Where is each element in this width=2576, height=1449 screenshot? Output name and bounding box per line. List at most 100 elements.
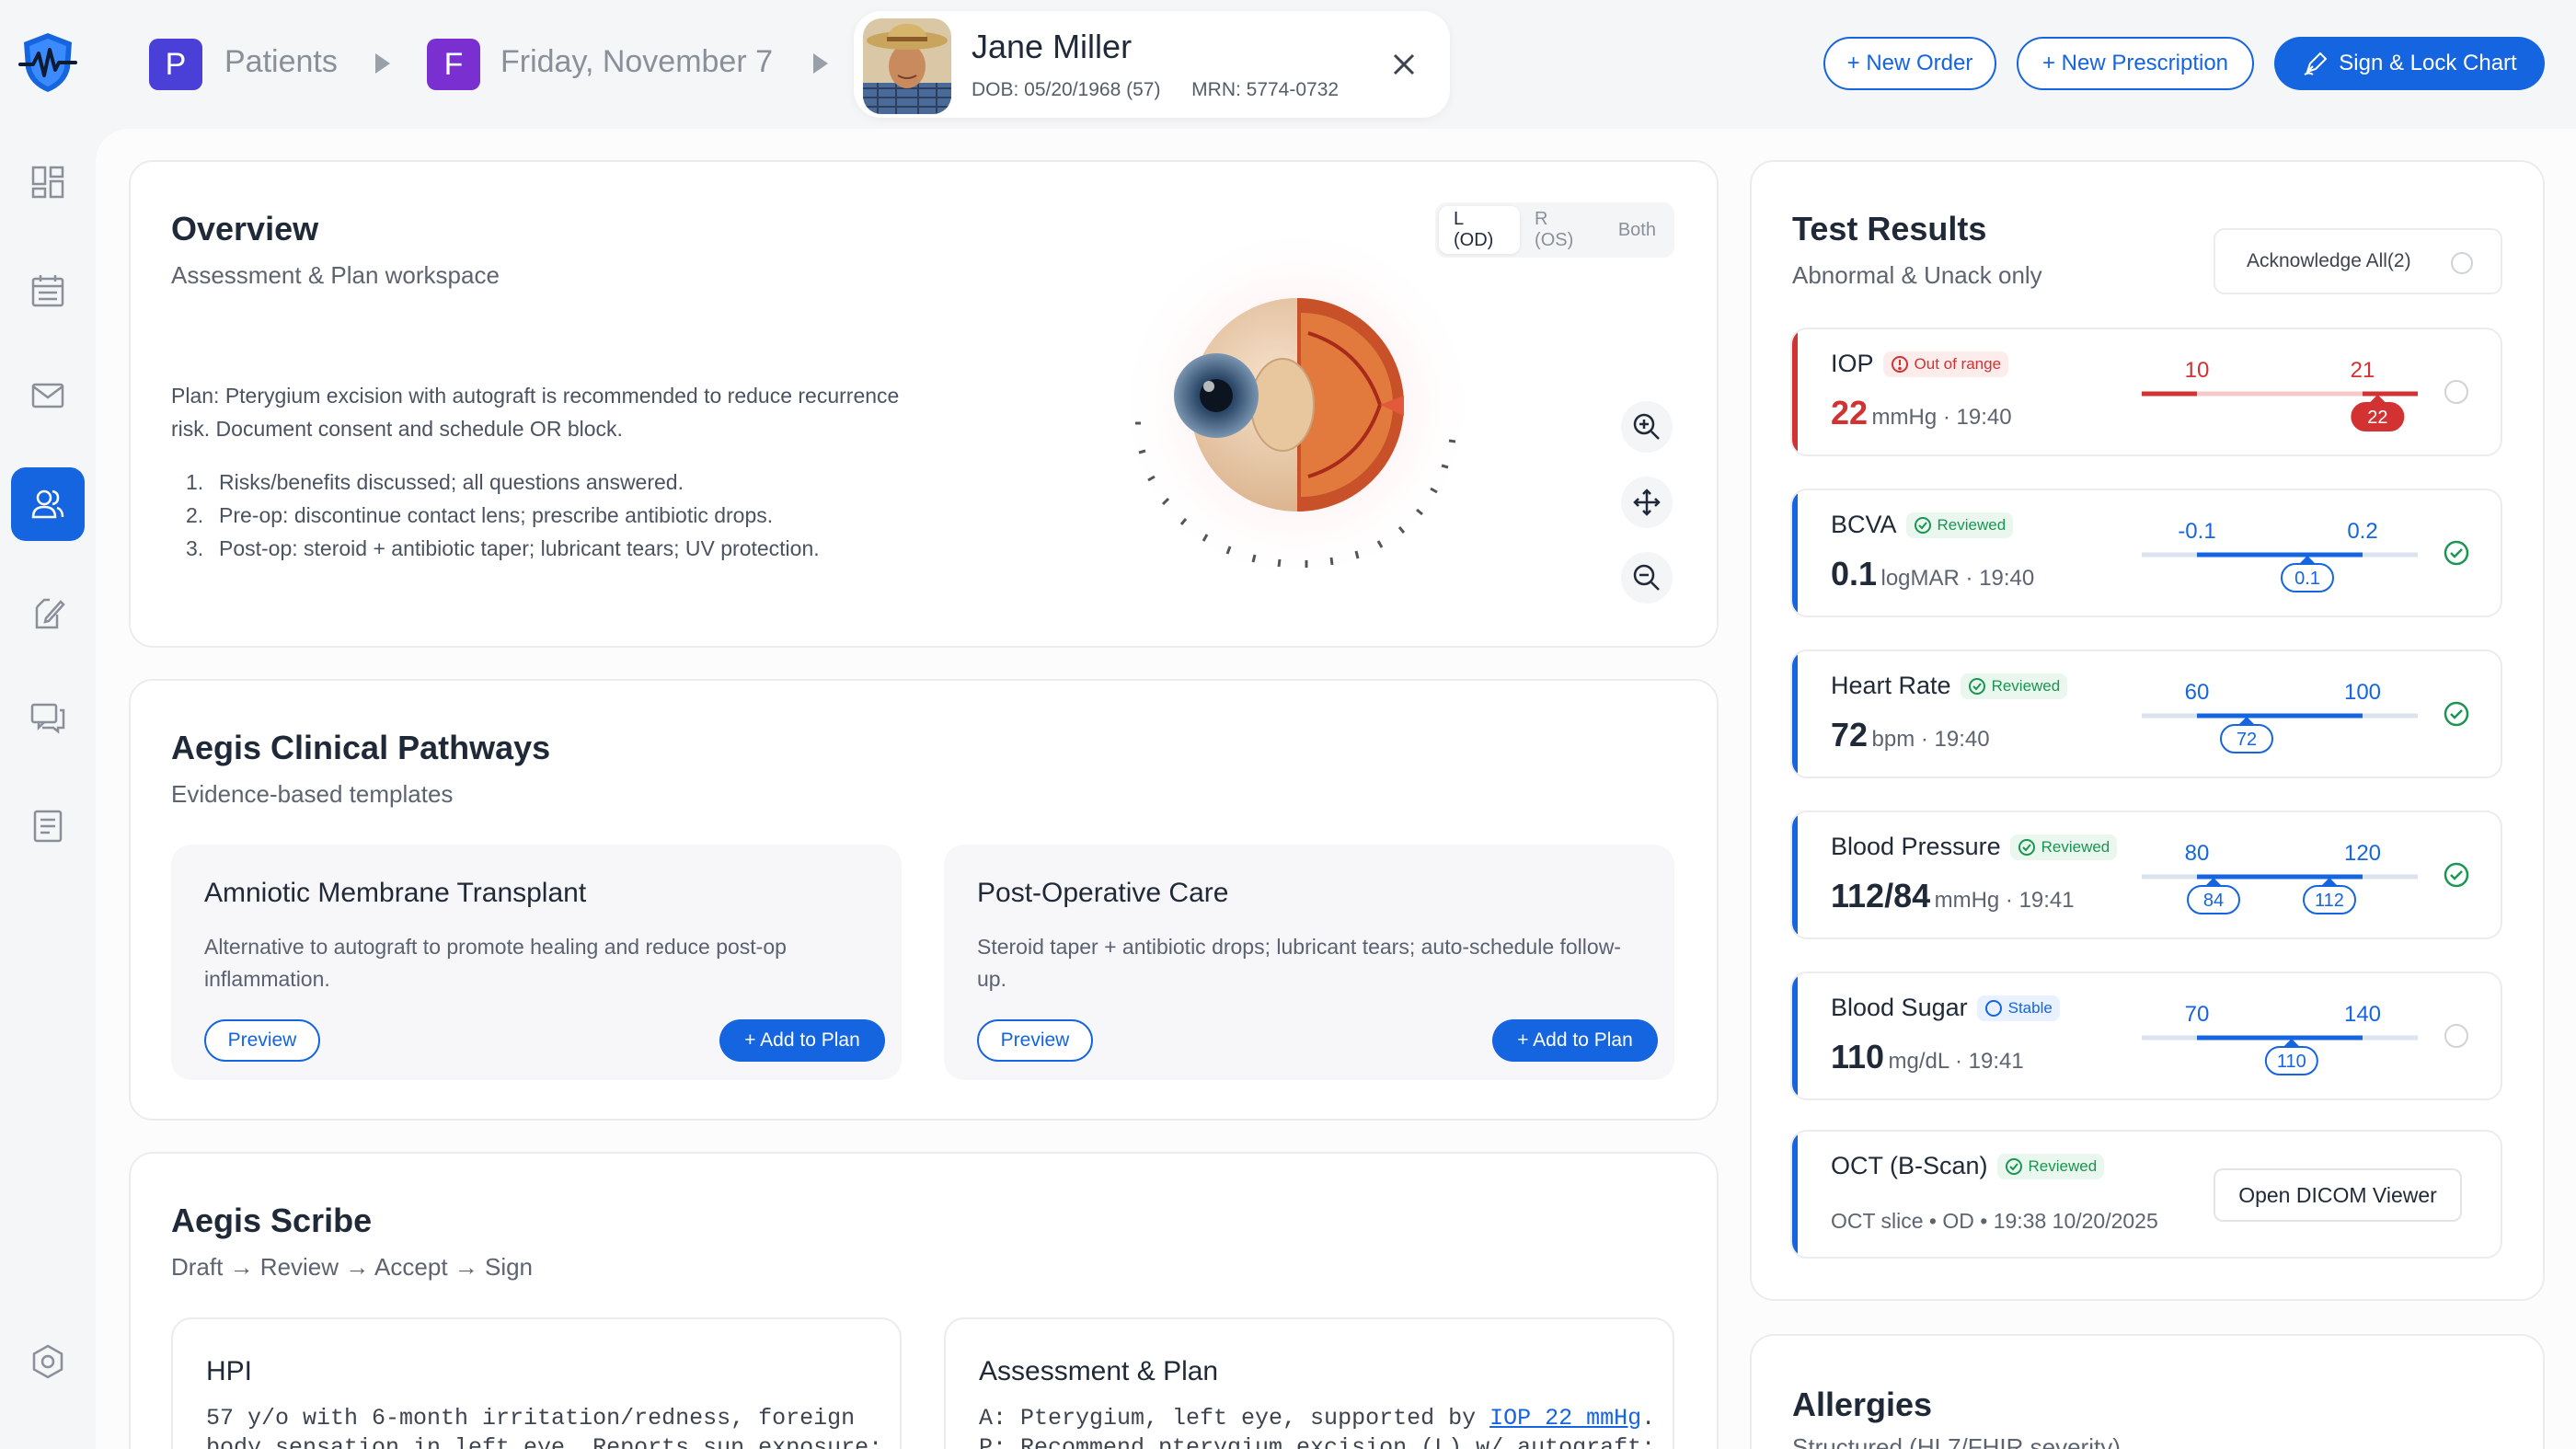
breadcrumb-date-badge[interactable]: F xyxy=(427,39,480,90)
status-badge: Reviewed xyxy=(2009,834,2118,860)
gauge-marker: 0.1 xyxy=(2281,556,2334,592)
hexagon-settings-icon xyxy=(32,1344,63,1379)
eye-option-both[interactable]: Both xyxy=(1604,206,1671,254)
sidebar-item-settings[interactable] xyxy=(11,1325,85,1398)
breadcrumb-date[interactable]: Friday, November 7 xyxy=(500,44,773,80)
result-card-blood-pressure[interactable]: Blood Pressure Reviewed 112/84 mmHg · 19:4… xyxy=(1790,811,2502,939)
gauge-marker-label: 84 xyxy=(2203,891,2224,911)
app-logo-icon[interactable] xyxy=(15,29,81,96)
pen-sign-icon xyxy=(2304,52,2328,75)
add-to-plan-button[interactable]: + Add to Plan xyxy=(1492,1019,1658,1062)
pathway-card-amniotic: Amniotic Membrane Transplant Alternative… xyxy=(171,845,902,1080)
close-icon[interactable] xyxy=(1386,46,1422,83)
patient-avatar xyxy=(863,18,951,114)
move-icon xyxy=(1633,489,1661,516)
scribe-card-hpi[interactable]: HPI 57 y/o with 6-month irritation/redne… xyxy=(171,1317,902,1449)
eye-option-right[interactable]: R (OS) xyxy=(1520,206,1604,254)
sidebar-item-mail[interactable] xyxy=(11,359,85,432)
result-name: IOP Out of range xyxy=(1831,350,2009,378)
acknowledged-check-icon[interactable] xyxy=(2442,860,2471,890)
result-card-heart-rate[interactable]: Heart Rate Reviewed 72 bpm · 19:40 60 100 72 xyxy=(1790,650,2502,778)
gauge-marker-label: 72 xyxy=(2237,730,2257,750)
breadcrumb-separator-icon xyxy=(813,53,828,74)
pathway-card-description: Steroid taper + antibiotic drops; lubric… xyxy=(977,935,1621,991)
breadcrumb-separator-icon xyxy=(375,53,390,74)
open-dicom-viewer-button[interactable]: Open DICOM Viewer xyxy=(2214,1168,2462,1222)
list-item: 3. Post-op: steroid + antibiotic taper; l… xyxy=(186,536,820,560)
new-prescription-button[interactable]: + New Prescription xyxy=(2017,37,2254,90)
patient-mrn: MRN: 5774-0732 xyxy=(1191,79,1340,100)
users-icon xyxy=(31,489,64,519)
allergies-title: Allergies xyxy=(1792,1386,1933,1423)
scribe-card-assessment[interactable]: Assessment & Plan A: Pterygium, left eye… xyxy=(944,1317,1674,1449)
zoom-out-button[interactable] xyxy=(1621,552,1673,604)
patient-dob: DOB: 05/20/1968 (57) xyxy=(972,79,1161,100)
list-item: 1. Risks/benefits discussed; all question… xyxy=(186,470,684,494)
reference-range-gauge: -0.1 0.2 0.1 xyxy=(2142,519,2418,592)
overview-title: Overview xyxy=(171,210,319,247)
check-circle-icon xyxy=(1968,677,1985,695)
sidebar-item-dashboard[interactable] xyxy=(11,145,85,219)
allergies-subtitle: Structured (HL7/FHIR severity) xyxy=(1792,1433,2121,1449)
sidebar-item-messages[interactable] xyxy=(11,681,85,754)
acknowledge-checkbox[interactable] xyxy=(2442,377,2471,407)
result-card-iop[interactable]: IOP Out of range 22 mmHg · 19:40 10 21 22 xyxy=(1790,328,2502,456)
eye-option-left[interactable]: L (OD) xyxy=(1439,206,1521,254)
gauge-marker: 110 xyxy=(2264,1039,2318,1075)
eye-side-toggle: L (OD) R (OS) Both xyxy=(1435,202,1674,258)
acknowledged-check-icon[interactable] xyxy=(2442,538,2471,568)
pan-button[interactable] xyxy=(1621,477,1673,528)
result-card-oct[interactable]: OCT (B-Scan) Reviewed OCT slice • OD • 1… xyxy=(1790,1130,2502,1259)
acknowledge-all-checkbox[interactable] xyxy=(2451,252,2473,274)
sidebar-item-notes[interactable] xyxy=(11,576,85,650)
overview-subtitle: Assessment & Plan workspace xyxy=(171,261,500,289)
acknowledged-check-icon[interactable] xyxy=(2442,699,2471,729)
status-badge: Reviewed xyxy=(1960,673,2068,699)
sidebar-item-calendar[interactable] xyxy=(11,254,85,328)
pathway-card-title: Post-Operative Care xyxy=(977,878,1229,908)
gauge-marker: 112 xyxy=(2303,878,2356,914)
patient-header-card[interactable]: Jane Miller DOB: 05/20/1968 (57) MRN: 57… xyxy=(854,11,1450,118)
gauge-marker-label: 112 xyxy=(2315,891,2344,911)
result-card-blood-sugar[interactable]: Blood Sugar Stable 110 mg/dL · 19:41 70 140 1… xyxy=(1790,972,2502,1100)
gauge-marker-label: 110 xyxy=(2277,1052,2306,1072)
preview-button[interactable]: Preview xyxy=(977,1019,1093,1062)
zoom-in-button[interactable] xyxy=(1621,401,1673,453)
gauge-low-label: -0.1 xyxy=(2178,519,2215,544)
result-value: 112/84 mmHg · 19:41 xyxy=(1831,877,2075,914)
gauge-high-label: 21 xyxy=(2351,358,2375,383)
patient-name: Jane Miller xyxy=(972,28,1133,65)
reference-range-gauge: 10 21 22 xyxy=(2142,358,2418,431)
breadcrumb-patients[interactable]: Patients xyxy=(224,44,338,80)
scribe-title: Aegis Scribe xyxy=(171,1202,373,1239)
result-name: Heart Rate Reviewed xyxy=(1831,672,2068,700)
result-value: 22 mmHg · 19:40 xyxy=(1831,394,2012,431)
acknowledge-all-button[interactable]: Acknowledge All(2) xyxy=(2214,228,2502,294)
gauge-low-label: 60 xyxy=(2185,680,2210,705)
result-name: Blood Pressure Reviewed xyxy=(1831,833,2118,861)
sidebar-item-patients[interactable] xyxy=(11,467,85,541)
sidebar-item-documents[interactable] xyxy=(11,789,85,863)
gauge-marker: 84 xyxy=(2187,878,2240,914)
sidebar xyxy=(0,0,96,1449)
status-badge: Reviewed xyxy=(1905,512,2014,538)
pathways-title: Aegis Clinical Pathways xyxy=(171,729,551,766)
new-order-button[interactable]: + New Order xyxy=(1823,37,1996,90)
gauge-high-label: 0.2 xyxy=(2347,519,2377,544)
eye-model-viewer[interactable] xyxy=(1076,212,1518,616)
zoom-out-icon xyxy=(1633,564,1660,591)
result-card-bcva[interactable]: BCVA Reviewed 0.1 logMAR · 19:40 -0.1 0.2 0.1 xyxy=(1790,489,2502,617)
iop-evidence-link[interactable]: IOP 22 mmHg xyxy=(1489,1405,1641,1432)
sign-lock-chart-button[interactable]: Sign & Lock Chart xyxy=(2274,37,2545,90)
gauge-high-label: 100 xyxy=(2344,680,2381,705)
add-to-plan-button[interactable]: + Add to Plan xyxy=(719,1019,885,1062)
gauge-marker-label: 0.1 xyxy=(2294,569,2320,589)
plan-summary: Plan: Pterygium excision with autograft … xyxy=(171,384,900,441)
preview-button[interactable]: Preview xyxy=(204,1019,320,1062)
scribe-card-body: A: Pterygium, left eye, supported by IOP… xyxy=(979,1405,1656,1449)
breadcrumb-patients-badge[interactable]: P xyxy=(149,39,202,90)
chat-icon xyxy=(30,703,65,734)
reference-range-gauge: 70 140 110 xyxy=(2142,1002,2418,1075)
check-circle-icon xyxy=(2005,1157,2022,1175)
acknowledge-checkbox[interactable] xyxy=(2442,1021,2471,1051)
